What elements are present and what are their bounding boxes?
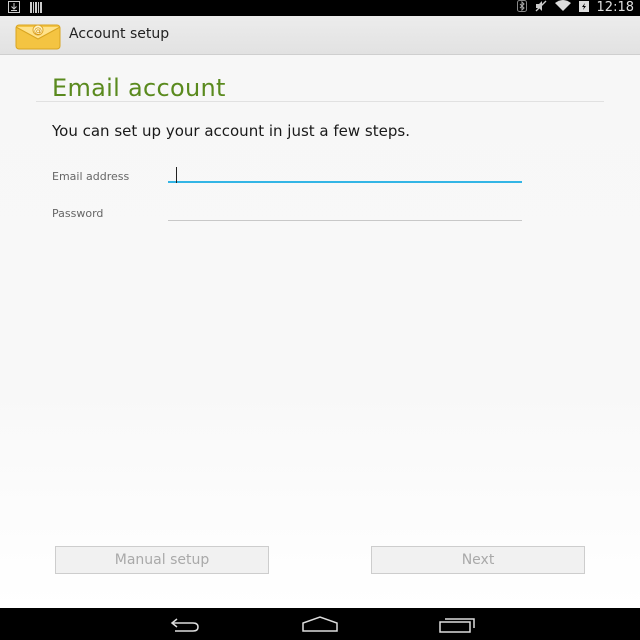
title-divider bbox=[36, 101, 604, 102]
intro-text: You can set up your account in just a fe… bbox=[52, 122, 410, 140]
bluetooth-icon bbox=[516, 0, 527, 17]
status-right: 12:18 bbox=[516, 0, 634, 17]
password-field[interactable] bbox=[168, 206, 522, 221]
home-icon[interactable] bbox=[300, 614, 340, 634]
battery-icon bbox=[578, 0, 589, 17]
email-label: Email address bbox=[52, 170, 130, 183]
email-field[interactable] bbox=[168, 167, 522, 183]
text-cursor bbox=[176, 167, 177, 183]
next-button[interactable]: Next bbox=[371, 546, 585, 574]
back-icon[interactable] bbox=[163, 614, 203, 634]
svg-text:@: @ bbox=[34, 26, 42, 35]
action-bar-title: Account setup bbox=[69, 26, 170, 42]
clock: 12:18 bbox=[596, 0, 634, 15]
manual-setup-button[interactable]: Manual setup bbox=[55, 546, 269, 574]
main-content: Email account You can set up your accoun… bbox=[0, 55, 640, 608]
email-envelope-icon[interactable]: @ bbox=[15, 22, 61, 50]
mute-icon bbox=[535, 0, 547, 17]
recent-apps-icon[interactable] bbox=[437, 614, 477, 634]
page-title: Email account bbox=[52, 74, 226, 102]
wifi-icon bbox=[554, 0, 571, 17]
password-label: Password bbox=[52, 207, 104, 220]
status-bar: 12:18 bbox=[0, 0, 640, 16]
navigation-bar bbox=[0, 608, 640, 640]
action-bar: @ Account setup bbox=[0, 16, 640, 55]
